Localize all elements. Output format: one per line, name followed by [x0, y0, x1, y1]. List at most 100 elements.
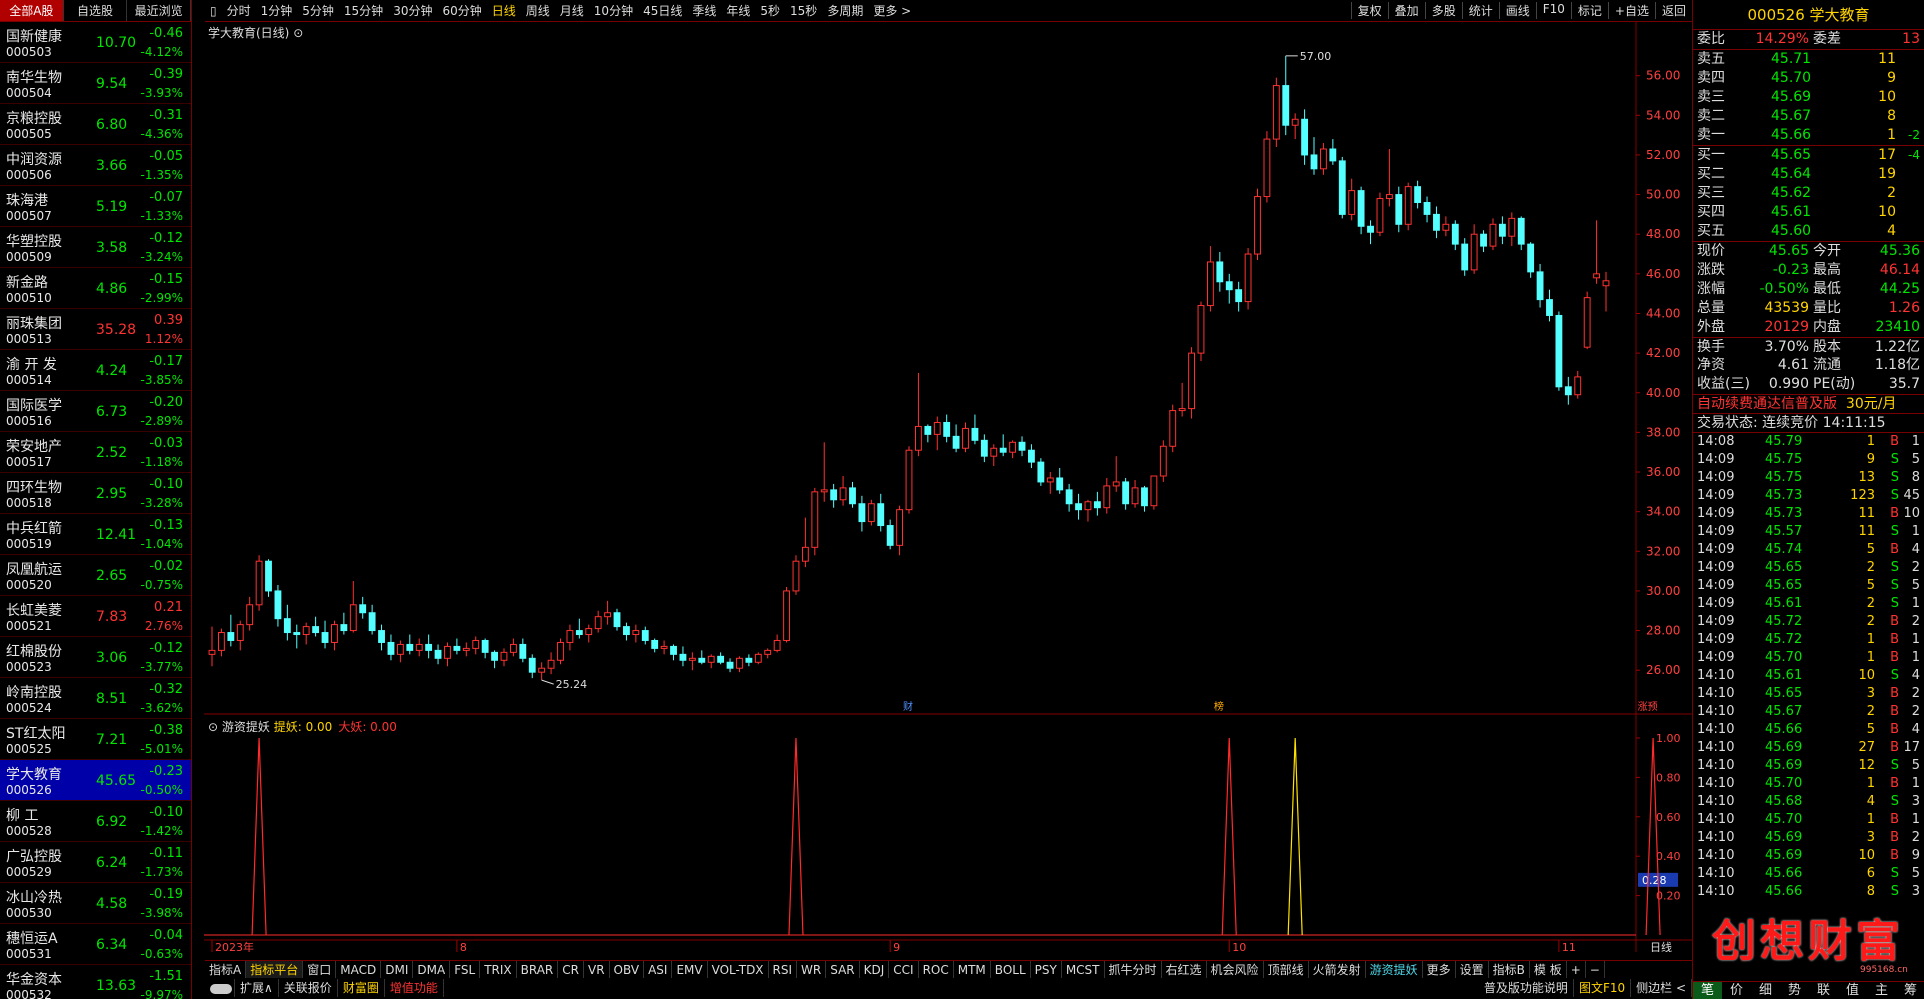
indicator-tab[interactable]: TRIX — [480, 961, 517, 978]
period-7[interactable]: 周线 — [521, 2, 555, 19]
period-9[interactable]: 10分钟 — [589, 2, 638, 19]
quote-tab[interactable]: 主 — [1867, 982, 1896, 999]
stock-row[interactable]: 长虹美菱 000521 7.83 0.21 2.76% — [0, 596, 191, 637]
indicator-tab[interactable]: MACD — [336, 961, 382, 978]
quote-tab[interactable]: 笔 — [1693, 982, 1722, 999]
quote-tab[interactable]: 值 — [1838, 982, 1867, 999]
indicator-tab[interactable]: 游资提妖 — [1366, 961, 1423, 978]
sidebar-toggle-icon[interactable]: ▯ — [205, 4, 222, 18]
indicator-tab[interactable]: 机会风险 — [1207, 961, 1264, 978]
tool-button[interactable]: +自选 — [1607, 2, 1655, 19]
tool-button[interactable]: 叠加 — [1387, 2, 1425, 19]
period-3[interactable]: 15分钟 — [339, 2, 388, 19]
stock-row[interactable]: 丽珠集团 000513 35.28 0.39 1.12% — [0, 309, 191, 350]
stock-row[interactable]: 华金资本 000532 13.63 -1.51 -9.97% — [0, 965, 191, 999]
extension-tab[interactable]: 关联报价 — [279, 979, 338, 997]
extension-tab[interactable]: 财富圈 — [338, 979, 385, 997]
stock-row[interactable]: 新金路 000510 4.86 -0.15 -2.99% — [0, 268, 191, 309]
indicator-tab[interactable]: DMI — [381, 961, 414, 978]
period-10[interactable]: 45日线 — [638, 2, 687, 19]
quote-tab[interactable]: 筹 — [1896, 982, 1924, 999]
extension-link[interactable]: 普及版功能说明 — [1479, 979, 1574, 997]
period-0[interactable]: 分时 — [222, 2, 256, 19]
indicator-settings-icon[interactable]: ⊙ — [208, 720, 218, 734]
tool-button[interactable]: 多股 — [1424, 2, 1462, 19]
indicator-tab[interactable]: SAR — [826, 961, 860, 978]
indicator-tab[interactable]: − — [1586, 961, 1605, 978]
stock-row[interactable]: 岭南控股 000524 8.51 -0.32 -3.62% — [0, 678, 191, 719]
quote-tab[interactable]: 价 — [1722, 982, 1751, 999]
stock-row[interactable]: 穗恒运A 000531 6.34 -0.04 -0.63% — [0, 924, 191, 965]
stock-row[interactable]: 广弘控股 000529 6.24 -0.11 -1.73% — [0, 842, 191, 883]
period-12[interactable]: 年线 — [721, 2, 755, 19]
indicator-tab[interactable]: RSI — [769, 961, 798, 978]
indicator-tab[interactable]: EMV — [672, 961, 708, 978]
quote-tab[interactable]: 势 — [1780, 982, 1809, 999]
indicator-tab[interactable]: BOLL — [991, 961, 1031, 978]
indicator-tab[interactable]: 更多 — [1423, 961, 1456, 978]
stock-row[interactable]: 中润资源 000506 3.66 -0.05 -1.35% — [0, 145, 191, 186]
stock-row[interactable]: 渝 开 发 000514 4.24 -0.17 -3.85% — [0, 350, 191, 391]
period-11[interactable]: 季线 — [687, 2, 721, 19]
indicator-tab[interactable]: 指标A — [205, 961, 247, 978]
indicator-tab[interactable]: + — [1567, 961, 1586, 978]
period-5[interactable]: 60分钟 — [437, 2, 486, 19]
indicator-tab[interactable]: PSY — [1031, 961, 1062, 978]
indicator-tab[interactable]: BRAR — [517, 961, 559, 978]
stock-row[interactable]: 京粮控股 000505 6.80 -0.31 -4.36% — [0, 104, 191, 145]
list-tab[interactable]: 自选股 — [64, 0, 128, 21]
indicator-tab[interactable]: 窗口 — [303, 961, 337, 978]
indicator-tab[interactable]: VR — [584, 961, 610, 978]
indicator-tab[interactable]: FSL — [450, 961, 481, 978]
promo-row[interactable]: 自动续费通达信普及版 30元/月 — [1693, 394, 1924, 413]
stock-row[interactable]: 冰山冷热 000530 4.58 -0.19 -3.98% — [0, 883, 191, 924]
list-tab[interactable]: 全部A股 — [0, 0, 64, 21]
indicator-tab[interactable]: MTM — [954, 961, 991, 978]
indicator-tab[interactable]: OBV — [610, 961, 645, 978]
period-6[interactable]: 日线 — [487, 2, 521, 19]
stock-row[interactable]: 四环生物 000518 2.95 -0.10 -3.28% — [0, 473, 191, 514]
indicator-tab[interactable]: 右红选 — [1162, 961, 1207, 978]
quote-tab[interactable]: 联 — [1809, 982, 1838, 999]
quote-tab[interactable]: 细 — [1751, 982, 1780, 999]
stock-row[interactable]: 国新健康 000503 10.70 -0.46 -4.12% — [0, 22, 191, 63]
list-tab[interactable]: 最近浏览 — [127, 0, 192, 21]
period-8[interactable]: 月线 — [555, 2, 589, 19]
kline-chart[interactable]: 56.00 54.00 52.00 50.00 48.00 46.00 44.00 42.00… — [204, 22, 1692, 952]
stock-row[interactable]: 华塑控股 000509 3.58 -0.12 -3.24% — [0, 227, 191, 268]
stock-row[interactable]: 珠海港 000507 5.19 -0.07 -1.33% — [0, 186, 191, 227]
stock-row[interactable]: ST红太阳 000525 7.21 -0.38 -5.01% — [0, 719, 191, 760]
extension-link[interactable]: 图文F10 — [1574, 979, 1632, 997]
stock-row[interactable]: 中兵红箭 000519 12.41 -0.13 -1.04% — [0, 514, 191, 555]
indicator-tab[interactable]: CR — [558, 961, 584, 978]
period-2[interactable]: 5分钟 — [297, 2, 339, 19]
period-16[interactable]: 更多 > — [868, 2, 916, 19]
chart-settings-icon[interactable]: ⊙ — [293, 26, 303, 40]
indicator-tab[interactable]: 模 板 — [1530, 961, 1567, 978]
tool-button[interactable]: 返回 — [1654, 2, 1692, 19]
extension-tab[interactable]: 增值功能 — [385, 979, 444, 997]
indicator-tab[interactable]: MCST — [1062, 961, 1105, 978]
tool-button[interactable]: 标记 — [1570, 2, 1608, 19]
stock-row[interactable]: 荣安地产 000517 2.52 -0.03 -1.18% — [0, 432, 191, 473]
indicator-tab[interactable]: 抓牛分时 — [1105, 961, 1162, 978]
period-15[interactable]: 多周期 — [822, 2, 868, 19]
period-4[interactable]: 30分钟 — [388, 2, 437, 19]
stock-row[interactable]: 南华生物 000504 9.54 -0.39 -3.93% — [0, 63, 191, 104]
indicator-tab[interactable]: 设置 — [1456, 961, 1489, 978]
indicator-tab[interactable]: 指标B — [1489, 961, 1530, 978]
indicator-tab[interactable]: 指标平台 — [246, 961, 304, 978]
toggle-switch[interactable] — [205, 979, 235, 997]
tool-button[interactable]: 复权 — [1350, 2, 1388, 19]
period-1[interactable]: 1分钟 — [256, 2, 298, 19]
indicator-tab[interactable]: CCI — [889, 961, 919, 978]
indicator-tab[interactable]: WR — [797, 961, 827, 978]
period-14[interactable]: 15秒 — [785, 2, 822, 19]
indicator-tab[interactable]: VOL-TDX — [708, 961, 769, 978]
stock-row[interactable]: 红棉股份 000523 3.06 -0.12 -3.77% — [0, 637, 191, 678]
tool-button[interactable]: F10 — [1535, 2, 1571, 19]
tool-button[interactable]: 画线 — [1498, 2, 1536, 19]
indicator-tab[interactable]: ROC — [919, 961, 954, 978]
stock-row[interactable]: 柳 工 000528 6.92 -0.10 -1.42% — [0, 801, 191, 842]
indicator-tab[interactable]: 火箭发射 — [1309, 961, 1366, 978]
